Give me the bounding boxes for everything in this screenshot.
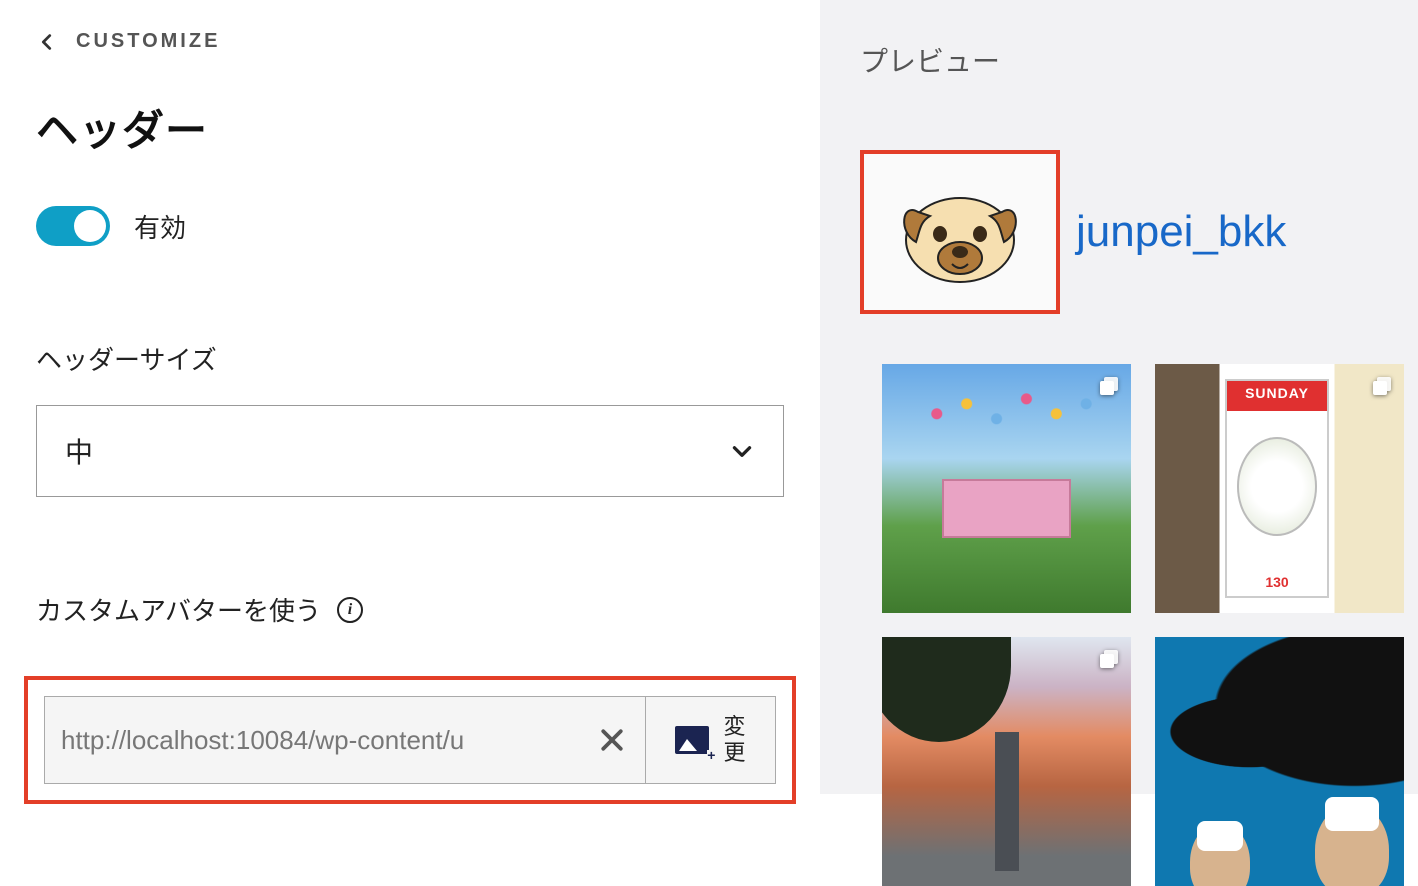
header-size-label: ヘッダーサイズ	[36, 340, 784, 377]
preview-label: プレビュー	[860, 40, 1404, 80]
avatar-url-input[interactable]: http://localhost:10084/wp-content/u	[44, 696, 646, 784]
chevron-down-icon	[729, 438, 755, 464]
feed-grid: SUNDAY 130	[882, 364, 1404, 886]
carousel-icon	[1097, 647, 1121, 671]
toggle-knob	[74, 210, 106, 242]
thumb-banner-title: SUNDAY	[1227, 385, 1328, 401]
feed-thumbnail[interactable]	[1155, 637, 1404, 886]
profile-username-link[interactable]: junpei_bkk	[1076, 207, 1286, 257]
breadcrumb-label[interactable]: CUSTOMIZE	[76, 30, 220, 53]
avatar-url-text: http://localhost:10084/wp-content/u	[61, 725, 464, 756]
header-size-value: 中	[65, 431, 93, 471]
thumb-banner-price: 130	[1227, 574, 1328, 590]
preview-panel: プレビュー junpei_bkk SUN	[820, 0, 1418, 794]
custom-avatar-label: カスタムアバターを使う i	[36, 591, 784, 628]
page-title: ヘッダー	[0, 53, 820, 186]
feed-thumbnail[interactable]: SUNDAY 130	[1155, 364, 1404, 613]
feed-thumbnail[interactable]	[882, 364, 1131, 613]
enable-toggle-row: 有効	[0, 186, 820, 296]
change-button-label: 変 更	[723, 714, 745, 767]
clear-url-button[interactable]	[595, 723, 629, 757]
info-icon[interactable]: i	[337, 597, 363, 623]
breadcrumb: CUSTOMIZE	[0, 0, 820, 53]
feed-thumbnail[interactable]	[882, 637, 1131, 886]
change-avatar-button[interactable]: 変 更	[646, 696, 776, 784]
enable-toggle-label: 有効	[134, 208, 186, 245]
image-icon	[675, 726, 709, 754]
header-size-select[interactable]: 中	[36, 405, 784, 497]
enable-toggle[interactable]	[36, 206, 110, 246]
avatar-url-highlight: http://localhost:10084/wp-content/u 変 更	[24, 676, 796, 804]
avatar-highlight	[860, 150, 1060, 314]
carousel-icon	[1097, 374, 1121, 398]
back-icon[interactable]	[36, 31, 58, 53]
avatar-image	[890, 172, 1030, 292]
custom-avatar-label-text: カスタムアバターを使う	[36, 591, 321, 628]
carousel-icon	[1370, 374, 1394, 398]
header-size-section: ヘッダーサイズ 中	[0, 296, 820, 547]
custom-avatar-section: カスタムアバターを使う i	[0, 547, 820, 676]
settings-panel: CUSTOMIZE ヘッダー 有効 ヘッダーサイズ 中 カスタムアバターを使う …	[0, 0, 820, 794]
profile-header: junpei_bkk	[860, 150, 1404, 314]
